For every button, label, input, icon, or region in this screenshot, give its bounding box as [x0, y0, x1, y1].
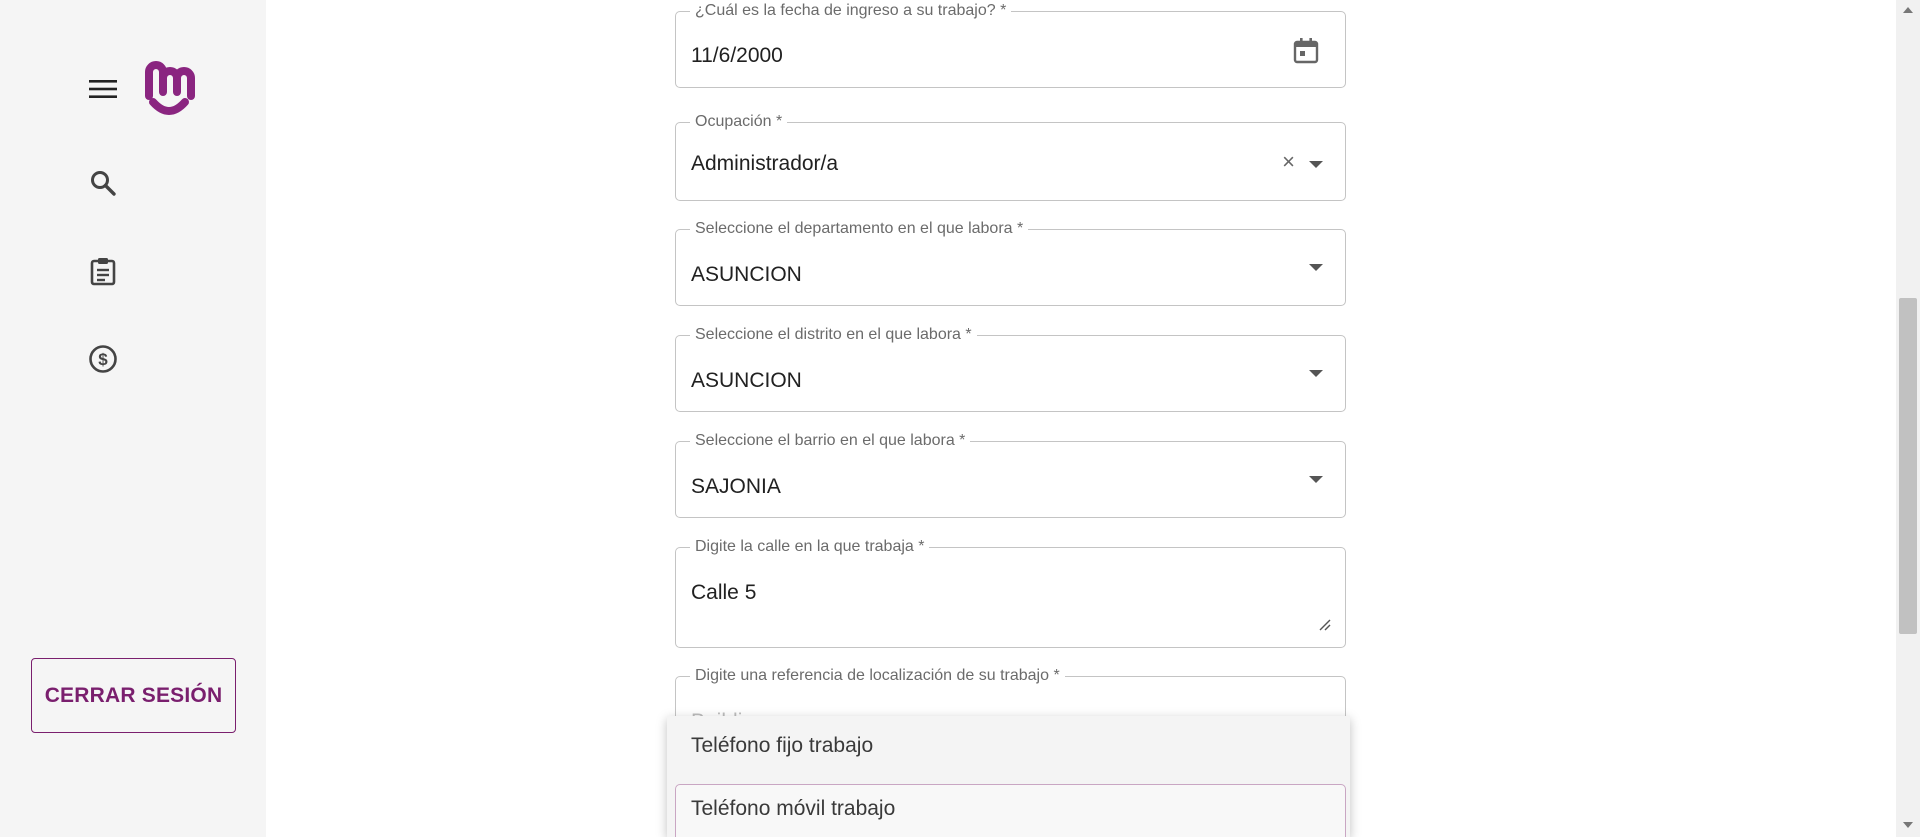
location-reference-label: Digite una referencia de localización de…: [690, 667, 1065, 685]
street-value[interactable]: Calle 5: [691, 581, 756, 605]
chevron-down-icon[interactable]: [1309, 161, 1323, 168]
clipboard-icon[interactable]: [88, 256, 118, 286]
resize-handle-icon[interactable]: [1317, 617, 1331, 631]
neighborhood-value: SAJONIA: [691, 475, 781, 498]
page-scrollbar[interactable]: [1896, 0, 1920, 837]
scrollbar-thumb[interactable]: [1899, 298, 1917, 634]
district-select[interactable]: Seleccione el distrito en el que labora …: [675, 326, 1346, 412]
dropdown-option[interactable]: Teléfono móvil trabajo: [691, 797, 895, 821]
occupation-select[interactable]: Ocupación * Administrador/a ×: [675, 113, 1346, 201]
neighborhood-label: Seleccione el barrio en el que labora *: [690, 432, 971, 450]
occupation-label: Ocupación *: [690, 113, 788, 131]
svg-text:$: $: [98, 350, 108, 369]
department-label: Seleccione el departamento en el que lab…: [690, 220, 1029, 238]
search-icon[interactable]: [88, 168, 118, 198]
phone-type-dropdown-menu: Teléfono fijo trabajo Teléfono móvil tra…: [667, 716, 1350, 837]
district-label: Seleccione el distrito en el que labora …: [690, 326, 977, 344]
clear-icon[interactable]: ×: [1282, 151, 1295, 173]
dollar-circle-icon[interactable]: $: [88, 344, 118, 374]
start-date-label: ¿Cuál es la fecha de ingreso a su trabaj…: [690, 2, 1012, 20]
chevron-down-icon[interactable]: [1309, 476, 1323, 483]
dropdown-option[interactable]: Teléfono fijo trabajo: [691, 734, 873, 758]
start-date-field[interactable]: ¿Cuál es la fecha de ingreso a su trabaj…: [675, 2, 1346, 88]
scroll-down-icon[interactable]: [1903, 822, 1913, 828]
logout-button[interactable]: CERRAR SESIÓN: [31, 658, 236, 733]
brand-logo[interactable]: [143, 58, 195, 120]
department-value: ASUNCION: [691, 263, 802, 286]
hamburger-menu-icon[interactable]: [88, 74, 118, 104]
scroll-up-icon[interactable]: [1903, 7, 1913, 13]
calendar-icon[interactable]: [1292, 37, 1320, 65]
district-value: ASUNCION: [691, 369, 802, 392]
chevron-down-icon[interactable]: [1309, 264, 1323, 271]
occupation-value: Administrador/a: [691, 152, 839, 175]
neighborhood-select[interactable]: Seleccione el barrio en el que labora * …: [675, 432, 1346, 518]
start-date-value[interactable]: 11/6/2000: [691, 44, 783, 68]
chevron-down-icon[interactable]: [1309, 370, 1323, 377]
department-select[interactable]: Seleccione el departamento en el que lab…: [675, 220, 1346, 306]
street-label: Digite la calle en la que trabaja *: [690, 538, 930, 556]
sidebar: $ CERRAR SESIÓN: [0, 0, 266, 837]
street-textarea[interactable]: Digite la calle en la que trabaja * Call…: [675, 538, 1346, 648]
